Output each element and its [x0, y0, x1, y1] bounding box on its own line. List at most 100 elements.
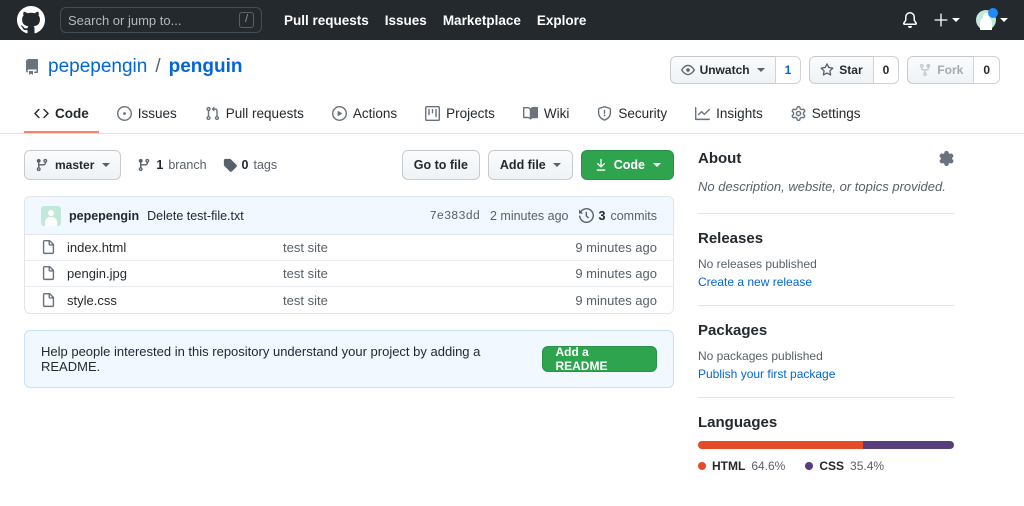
commit-sha[interactable]: 7e383dd [430, 209, 480, 223]
releases-title: Releases [698, 229, 764, 247]
language-color-dot [698, 461, 706, 470]
fork-count[interactable]: 0 [973, 56, 1000, 84]
tab-issues[interactable]: Issues [107, 98, 187, 133]
file-toolbar: master 1 branch 0 tags Go to file Add fi… [24, 150, 674, 180]
add-readme-button[interactable]: Add a README [542, 345, 657, 373]
publish-package-link[interactable]: Publish your first package [698, 367, 835, 381]
tab-insights[interactable]: Insights [685, 98, 773, 133]
chevron-down-icon [653, 163, 661, 167]
header-right-controls [902, 8, 1008, 30]
page-body: master 1 branch 0 tags Go to file Add fi… [0, 134, 1024, 489]
search-input[interactable]: Search or jump to... / [60, 7, 262, 33]
file-name[interactable]: pengin.jpg [67, 266, 283, 281]
plus-icon [934, 13, 948, 27]
watch-count[interactable]: 1 [774, 56, 802, 84]
create-new-button[interactable] [934, 13, 960, 27]
branch-selector[interactable]: master [24, 150, 122, 180]
user-menu-button[interactable] [976, 8, 1008, 30]
language-item-html[interactable]: HTML 64.6% [698, 459, 785, 473]
file-name[interactable]: style.css [67, 293, 283, 308]
commits-word: commits [610, 208, 657, 223]
file-time: 9 minutes ago [575, 292, 657, 308]
avatar-status-badge [988, 8, 998, 18]
chevron-down-icon [102, 163, 111, 167]
avatar [976, 8, 998, 30]
file-commit-message[interactable]: test site [283, 240, 575, 255]
unwatch-button[interactable]: Unwatch [669, 56, 775, 84]
github-logo-icon[interactable] [16, 5, 46, 35]
language-bar [698, 440, 954, 449]
table-row[interactable]: index.html test site 9 minutes ago [25, 235, 673, 261]
table-row[interactable]: style.css test site 9 minutes ago [25, 287, 673, 313]
commits-count-value: 3 [598, 208, 606, 223]
file-icon [41, 266, 67, 281]
readme-prompt-text: Help people interested in this repositor… [41, 344, 481, 374]
chevron-down-icon [1000, 18, 1008, 22]
go-to-file-button[interactable]: Go to file [401, 150, 480, 180]
language-bar-segment-html[interactable] [698, 440, 864, 449]
fork-button[interactable]: Fork [907, 56, 974, 84]
star-label: Star [839, 63, 863, 77]
language-item-css[interactable]: CSS 35.4% [805, 459, 884, 473]
unwatch-label: Unwatch [699, 63, 750, 77]
repo-name-link[interactable]: penguin [169, 56, 243, 78]
star-count[interactable]: 0 [872, 56, 900, 84]
languages-title: Languages [698, 413, 778, 431]
language-color-dot [805, 461, 814, 470]
readme-prompt-banner: Help people interested in this repositor… [24, 330, 674, 388]
file-commit-message[interactable]: test site [283, 293, 575, 308]
search-shortcut-badge: / [238, 12, 254, 28]
about-description: No description, website, or topics provi… [698, 179, 946, 194]
file-name[interactable]: index.html [67, 240, 283, 255]
tab-security-label: Security [618, 106, 668, 121]
branches-count: 1 [156, 158, 164, 172]
toolbar-right-actions: Go to file Add file Code [401, 150, 674, 180]
bell-icon[interactable] [902, 12, 918, 28]
star-button[interactable]: Star [809, 56, 873, 84]
add-file-button[interactable]: Add file [487, 150, 573, 180]
gear-icon[interactable] [939, 151, 954, 166]
branches-count-link[interactable]: 1 branch [137, 158, 207, 172]
create-release-link[interactable]: Create a new release [698, 275, 812, 289]
languages-section: Languages HTML 64.6% CSS 35.4% [698, 396, 954, 489]
file-time: 9 minutes ago [575, 266, 657, 281]
fork-button-group: Fork 0 [907, 56, 1000, 84]
chevron-down-icon [552, 163, 561, 167]
fork-label: Fork [937, 63, 964, 77]
tab-actions-label: Actions [352, 106, 398, 121]
branches-word: branch [168, 158, 207, 172]
code-button[interactable]: Code [580, 150, 674, 180]
global-header: Search or jump to... / Pull requests Iss… [0, 0, 1024, 40]
tab-security[interactable]: Security [587, 98, 677, 133]
commit-author-avatar[interactable] [41, 205, 61, 226]
repository-header: pepepengin / penguin Unwatch 1 Star 0 Fo… [0, 40, 1024, 134]
language-bar-segment-css[interactable] [863, 440, 954, 449]
main-column: master 1 branch 0 tags Go to file Add fi… [24, 150, 674, 489]
tab-pull-requests[interactable]: Pull requests [195, 98, 314, 133]
file-icon [41, 292, 67, 308]
tab-code[interactable]: Code [24, 98, 99, 133]
tags-word: tags [253, 158, 278, 172]
nav-item-marketplace[interactable]: Marketplace [443, 13, 521, 28]
tab-projects[interactable]: Projects [415, 98, 505, 133]
commit-time: 2 minutes ago [489, 208, 569, 223]
commit-author-name[interactable]: pepepengin [69, 209, 139, 223]
table-row[interactable]: pengin.jpg test site 9 minutes ago [25, 261, 673, 287]
file-commit-message[interactable]: test site [283, 266, 575, 281]
nav-item-issues[interactable]: Issues [385, 13, 427, 28]
tags-count: 0 [241, 158, 249, 172]
nav-item-explore[interactable]: Explore [537, 13, 587, 28]
tab-actions[interactable]: Actions [322, 98, 407, 133]
repo-owner-link[interactable]: pepepengin [48, 56, 147, 78]
nav-item-pull-requests[interactable]: Pull requests [284, 13, 369, 28]
commits-count-link[interactable]: 3 commits [578, 208, 657, 223]
tab-settings[interactable]: Settings [781, 98, 871, 133]
repository-actions: Unwatch 1 Star 0 Fork 0 [669, 56, 1000, 84]
commit-message[interactable]: Delete test-file.txt [147, 209, 244, 223]
tags-count-link[interactable]: 0 tags [223, 158, 278, 172]
file-listing: pepepengin Delete test-file.txt 7e383dd … [24, 196, 674, 314]
chevron-down-icon [756, 68, 765, 72]
file-icon [41, 240, 67, 255]
releases-empty-text: No releases published [698, 256, 817, 271]
tab-wiki[interactable]: Wiki [513, 98, 580, 133]
